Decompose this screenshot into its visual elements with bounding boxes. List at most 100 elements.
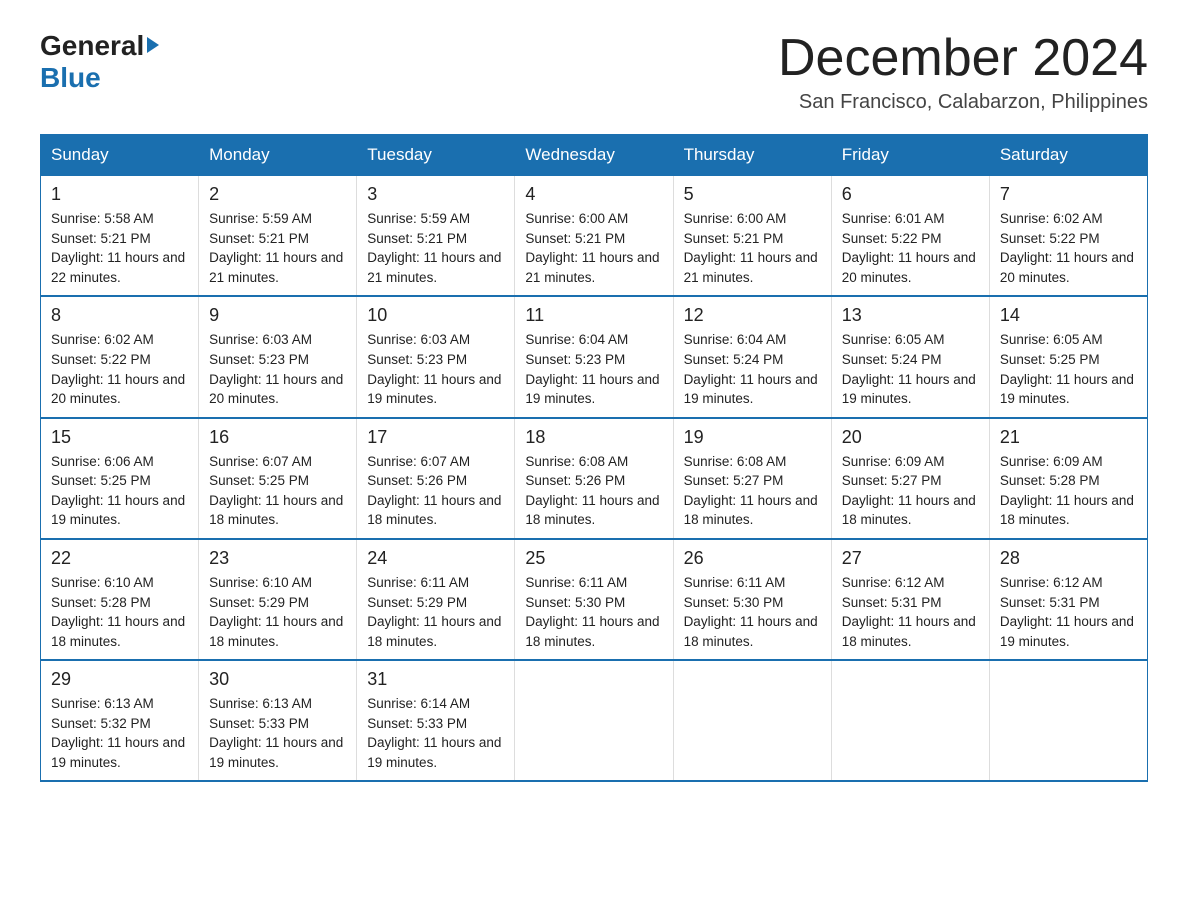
- day-number: 22: [51, 548, 188, 569]
- day-number: 10: [367, 305, 504, 326]
- day-info: Sunrise: 6:00 AMSunset: 5:21 PMDaylight:…: [525, 209, 662, 287]
- day-cell: 3Sunrise: 5:59 AMSunset: 5:21 PMDaylight…: [357, 176, 515, 297]
- day-info: Sunrise: 6:07 AMSunset: 5:25 PMDaylight:…: [209, 452, 346, 530]
- day-info: Sunrise: 6:03 AMSunset: 5:23 PMDaylight:…: [367, 330, 504, 408]
- title-area: December 2024 San Francisco, Calabarzon,…: [778, 30, 1148, 114]
- day-number: 28: [1000, 548, 1137, 569]
- header-cell-friday: Friday: [831, 135, 989, 176]
- day-cell: [673, 660, 831, 781]
- day-cell: 11 Sunrise: 6:04 AMSunset: 5:23 PMDayligh…: [515, 296, 673, 417]
- day-cell: 9 Sunrise: 6:03 AMSunset: 5:23 PMDaylight…: [199, 296, 357, 417]
- header-cell-sunday: Sunday: [41, 135, 199, 176]
- day-info: Sunrise: 6:10 AMSunset: 5:29 PMDaylight:…: [209, 573, 346, 651]
- day-number: 17: [367, 427, 504, 448]
- day-cell: [831, 660, 989, 781]
- week-row: 15 Sunrise: 6:06 AMSunset: 5:25 PMDayligh…: [41, 418, 1148, 539]
- day-number: 6: [842, 184, 979, 205]
- day-cell: 14Sunrise: 6:05 AMSunset: 5:25 PMDayligh…: [989, 296, 1147, 417]
- day-cell: 30 Sunrise: 6:13 AMSunset: 5:33 PMDayligh…: [199, 660, 357, 781]
- day-cell: 25 Sunrise: 6:11 AMSunset: 5:30 PMDayligh…: [515, 539, 673, 660]
- day-number: 18: [525, 427, 662, 448]
- day-info: Sunrise: 6:13 AMSunset: 5:32 PMDaylight:…: [51, 694, 188, 772]
- day-cell: 18 Sunrise: 6:08 AMSunset: 5:26 PMDayligh…: [515, 418, 673, 539]
- day-number: 9: [209, 305, 346, 326]
- day-info: Sunrise: 6:04 AMSunset: 5:23 PMDaylight:…: [525, 330, 662, 408]
- day-number: 31: [367, 669, 504, 690]
- day-number: 16: [209, 427, 346, 448]
- day-number: 1: [51, 184, 188, 205]
- day-info: Sunrise: 6:07 AMSunset: 5:26 PMDaylight:…: [367, 452, 504, 530]
- day-info: Sunrise: 6:06 AMSunset: 5:25 PMDaylight:…: [51, 452, 188, 530]
- day-number: 13: [842, 305, 979, 326]
- day-cell: 13 Sunrise: 6:05 AMSunset: 5:24 PMDayligh…: [831, 296, 989, 417]
- week-row: 29 Sunrise: 6:13 AMSunset: 5:32 PMDayligh…: [41, 660, 1148, 781]
- header-cell-saturday: Saturday: [989, 135, 1147, 176]
- day-cell: 7 Sunrise: 6:02 AMSunset: 5:22 PMDaylight…: [989, 176, 1147, 297]
- logo-general-text: General: [40, 30, 144, 62]
- day-number: 15: [51, 427, 188, 448]
- day-cell: 4 Sunrise: 6:00 AMSunset: 5:21 PMDaylight…: [515, 176, 673, 297]
- day-info: Sunrise: 5:59 AMSunset: 5:21 PMDaylight:…: [209, 209, 346, 287]
- day-number: 23: [209, 548, 346, 569]
- day-number: 30: [209, 669, 346, 690]
- day-cell: 26 Sunrise: 6:11 AMSunset: 5:30 PMDayligh…: [673, 539, 831, 660]
- day-cell: 22 Sunrise: 6:10 AMSunset: 5:28 PMDayligh…: [41, 539, 199, 660]
- header-cell-monday: Monday: [199, 135, 357, 176]
- month-title: December 2024: [778, 30, 1148, 87]
- day-info: Sunrise: 6:11 AMSunset: 5:30 PMDaylight:…: [684, 573, 821, 651]
- day-cell: 31Sunrise: 6:14 AMSunset: 5:33 PMDayligh…: [357, 660, 515, 781]
- day-cell: [515, 660, 673, 781]
- day-info: Sunrise: 6:00 AMSunset: 5:21 PMDaylight:…: [684, 209, 821, 287]
- day-cell: 2 Sunrise: 5:59 AMSunset: 5:21 PMDaylight…: [199, 176, 357, 297]
- day-number: 19: [684, 427, 821, 448]
- day-number: 8: [51, 305, 188, 326]
- logo-blue-text: Blue: [40, 62, 101, 93]
- day-cell: 28 Sunrise: 6:12 AMSunset: 5:31 PMDayligh…: [989, 539, 1147, 660]
- day-info: Sunrise: 6:02 AMSunset: 5:22 PMDaylight:…: [1000, 209, 1137, 287]
- day-info: Sunrise: 6:13 AMSunset: 5:33 PMDaylight:…: [209, 694, 346, 772]
- header-cell-tuesday: Tuesday: [357, 135, 515, 176]
- day-info: Sunrise: 6:08 AMSunset: 5:26 PMDaylight:…: [525, 452, 662, 530]
- day-info: Sunrise: 6:05 AMSunset: 5:24 PMDaylight:…: [842, 330, 979, 408]
- logo-arrow-icon: [147, 37, 159, 53]
- day-cell: 29 Sunrise: 6:13 AMSunset: 5:32 PMDayligh…: [41, 660, 199, 781]
- location-subtitle: San Francisco, Calabarzon, Philippines: [778, 91, 1148, 114]
- day-info: Sunrise: 6:01 AMSunset: 5:22 PMDaylight:…: [842, 209, 979, 287]
- day-cell: 10 Sunrise: 6:03 AMSunset: 5:23 PMDayligh…: [357, 296, 515, 417]
- day-info: Sunrise: 6:04 AMSunset: 5:24 PMDaylight:…: [684, 330, 821, 408]
- day-number: 12: [684, 305, 821, 326]
- day-info: Sunrise: 6:02 AMSunset: 5:22 PMDaylight:…: [51, 330, 188, 408]
- day-cell: 24Sunrise: 6:11 AMSunset: 5:29 PMDayligh…: [357, 539, 515, 660]
- day-number: 4: [525, 184, 662, 205]
- day-info: Sunrise: 6:12 AMSunset: 5:31 PMDaylight:…: [842, 573, 979, 651]
- day-cell: 5 Sunrise: 6:00 AMSunset: 5:21 PMDaylight…: [673, 176, 831, 297]
- day-number: 26: [684, 548, 821, 569]
- day-info: Sunrise: 6:11 AMSunset: 5:29 PMDaylight:…: [367, 573, 504, 651]
- day-number: 11: [525, 305, 662, 326]
- header-cell-thursday: Thursday: [673, 135, 831, 176]
- calendar-table: SundayMondayTuesdayWednesdayThursdayFrid…: [40, 134, 1148, 782]
- day-info: Sunrise: 6:12 AMSunset: 5:31 PMDaylight:…: [1000, 573, 1137, 651]
- day-cell: 20 Sunrise: 6:09 AMSunset: 5:27 PMDayligh…: [831, 418, 989, 539]
- day-number: 7: [1000, 184, 1137, 205]
- day-cell: 27Sunrise: 6:12 AMSunset: 5:31 PMDayligh…: [831, 539, 989, 660]
- day-number: 20: [842, 427, 979, 448]
- week-row: 22 Sunrise: 6:10 AMSunset: 5:28 PMDayligh…: [41, 539, 1148, 660]
- day-info: Sunrise: 6:03 AMSunset: 5:23 PMDaylight:…: [209, 330, 346, 408]
- week-row: 1 Sunrise: 5:58 AMSunset: 5:21 PMDaylight…: [41, 176, 1148, 297]
- day-cell: 16 Sunrise: 6:07 AMSunset: 5:25 PMDayligh…: [199, 418, 357, 539]
- day-number: 5: [684, 184, 821, 205]
- day-number: 29: [51, 669, 188, 690]
- day-info: Sunrise: 6:09 AMSunset: 5:27 PMDaylight:…: [842, 452, 979, 530]
- week-row: 8 Sunrise: 6:02 AMSunset: 5:22 PMDaylight…: [41, 296, 1148, 417]
- day-info: Sunrise: 6:08 AMSunset: 5:27 PMDaylight:…: [684, 452, 821, 530]
- day-cell: 19 Sunrise: 6:08 AMSunset: 5:27 PMDayligh…: [673, 418, 831, 539]
- day-info: Sunrise: 6:11 AMSunset: 5:30 PMDaylight:…: [525, 573, 662, 651]
- day-info: Sunrise: 5:58 AMSunset: 5:21 PMDaylight:…: [51, 209, 188, 287]
- day-cell: 21Sunrise: 6:09 AMSunset: 5:28 PMDayligh…: [989, 418, 1147, 539]
- day-cell: 15 Sunrise: 6:06 AMSunset: 5:25 PMDayligh…: [41, 418, 199, 539]
- day-number: 2: [209, 184, 346, 205]
- day-number: 25: [525, 548, 662, 569]
- header-cell-wednesday: Wednesday: [515, 135, 673, 176]
- day-info: Sunrise: 6:10 AMSunset: 5:28 PMDaylight:…: [51, 573, 188, 651]
